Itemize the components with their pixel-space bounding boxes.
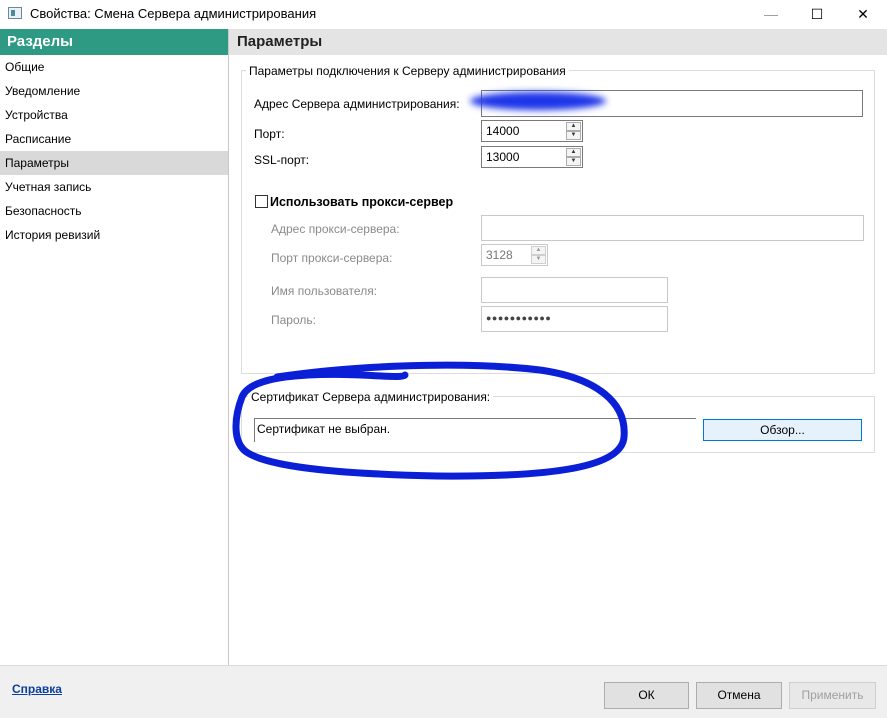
sidebar-item-revision-history[interactable]: История ревизий	[0, 223, 228, 247]
username-input[interactable]	[481, 277, 668, 303]
ssl-port-value: 13000	[486, 150, 520, 164]
close-button[interactable]: ✕	[840, 0, 886, 29]
sidebar-item-security[interactable]: Безопасность	[0, 199, 228, 223]
title-bar: Свойства: Смена Сервера администрировани…	[0, 0, 887, 29]
ssl-port-label: SSL-порт:	[254, 153, 310, 167]
minimize-button[interactable]: —	[748, 0, 794, 29]
port-decrement-arrow-icon[interactable]: ▼	[566, 131, 581, 140]
sections-header: Разделы	[0, 29, 228, 55]
window-title: Свойства: Смена Сервера администрировани…	[30, 6, 317, 21]
sidebar-item-schedule[interactable]: Расписание	[0, 127, 228, 151]
proxy-port-value: 3128	[486, 248, 513, 262]
cancel-button[interactable]: Отмена	[696, 682, 782, 709]
proxy-port-decrement-arrow-icon[interactable]: ▼	[531, 255, 546, 264]
proxy-address-input[interactable]	[481, 215, 864, 241]
browse-button[interactable]: Обзор...	[703, 419, 862, 441]
proxy-address-label: Адрес прокси-сервера:	[271, 222, 400, 236]
connection-group-title: Параметры подключения к Серверу админист…	[246, 64, 569, 78]
use-proxy-checkbox[interactable]	[255, 195, 268, 208]
proxy-port-spinner[interactable]: 3128 ▲ ▼	[481, 244, 548, 266]
server-address-label: Адрес Сервера администрирования:	[254, 97, 460, 111]
maximize-button[interactable]: ☐	[794, 0, 840, 29]
page-title: Параметры	[229, 29, 887, 55]
port-spinner[interactable]: 14000 ▲ ▼	[481, 120, 583, 142]
sidebar-item-account[interactable]: Учетная запись	[0, 175, 228, 199]
app-window-icon	[8, 7, 22, 19]
use-proxy-label: Использовать прокси-сервер	[270, 195, 454, 209]
sidebar-item-parameters[interactable]: Параметры	[0, 151, 228, 175]
port-value: 14000	[486, 124, 520, 138]
hand-drawn-circle-annotation	[232, 361, 628, 480]
sidebar-item-notification[interactable]: Уведомление	[0, 79, 228, 103]
sidebar-item-general[interactable]: Общие	[0, 55, 228, 79]
dialog-footer: Справка ОК Отмена Применить	[0, 665, 887, 718]
ok-button[interactable]: ОК	[604, 682, 689, 709]
proxy-port-label: Порт прокси-сервера:	[271, 251, 393, 265]
password-label: Пароль:	[271, 313, 316, 327]
sidebar-item-devices[interactable]: Устройства	[0, 103, 228, 127]
ssl-port-decrement-arrow-icon[interactable]: ▼	[566, 157, 581, 166]
ssl-port-increment-arrow-icon[interactable]: ▲	[566, 148, 581, 157]
redaction-blur	[470, 92, 606, 110]
apply-button[interactable]: Применить	[789, 682, 876, 709]
password-input[interactable]: ●●●●●●●●●●●	[481, 306, 668, 332]
username-label: Имя пользователя:	[271, 284, 378, 298]
port-increment-arrow-icon[interactable]: ▲	[566, 122, 581, 131]
ssl-port-spinner[interactable]: 13000 ▲ ▼	[481, 146, 583, 168]
help-link[interactable]: Справка	[12, 682, 62, 696]
proxy-port-increment-arrow-icon[interactable]: ▲	[531, 246, 546, 255]
port-label: Порт:	[254, 127, 285, 141]
sections-sidebar: Разделы Общие Уведомление Устройства Рас…	[0, 29, 229, 665]
